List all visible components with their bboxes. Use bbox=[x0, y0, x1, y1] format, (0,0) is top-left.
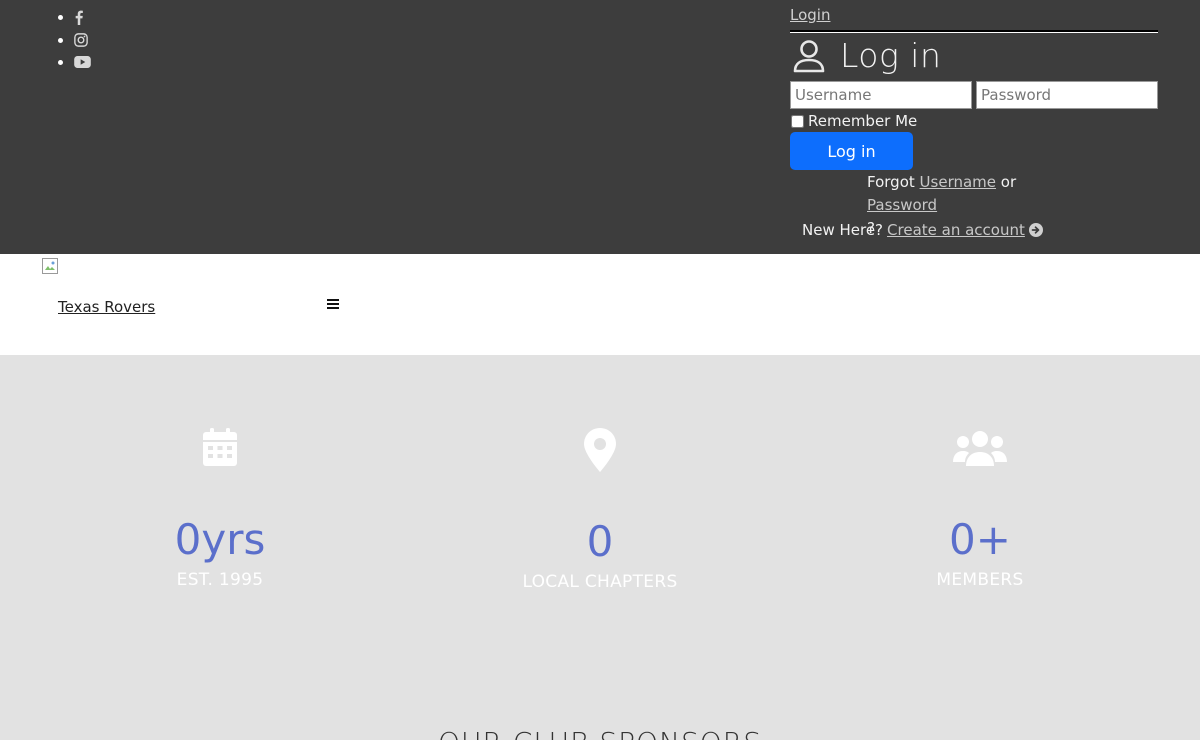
instagram-icon[interactable] bbox=[74, 32, 88, 47]
navbar: Texas Rovers bbox=[0, 254, 1200, 355]
new-here: New Here? Create an account bbox=[802, 221, 1043, 239]
facebook-icon[interactable] bbox=[74, 10, 84, 25]
brand-link[interactable]: Texas Rovers bbox=[58, 298, 155, 316]
stat-members: 0+ MEMBERS bbox=[830, 428, 1130, 590]
remember-me-checkbox[interactable] bbox=[791, 114, 804, 128]
remember-me[interactable]: Remember Me bbox=[790, 112, 917, 130]
user-icon bbox=[793, 39, 825, 72]
youtube-icon[interactable] bbox=[74, 56, 91, 69]
login-link[interactable]: Login bbox=[790, 6, 830, 24]
arrow-circle-right-icon bbox=[1028, 223, 1043, 237]
hamburger-menu-icon[interactable] bbox=[326, 297, 340, 311]
login-divider bbox=[790, 30, 1158, 33]
users-icon bbox=[953, 431, 1007, 466]
stat-years-value: 0yrs bbox=[174, 515, 266, 564]
forgot-username-link[interactable]: Username bbox=[920, 173, 996, 191]
calendar-icon bbox=[203, 428, 237, 466]
remember-me-label: Remember Me bbox=[808, 112, 918, 130]
stat-members-label: MEMBERS bbox=[936, 570, 1024, 590]
social-item-youtube[interactable] bbox=[56, 51, 91, 74]
stat-members-value: 0+ bbox=[949, 515, 1011, 564]
social-item-instagram[interactable] bbox=[56, 29, 91, 52]
login-heading: Log in bbox=[792, 36, 941, 75]
stat-chapters: 0 LOCAL CHAPTERS bbox=[450, 428, 750, 592]
social-links bbox=[56, 6, 91, 74]
map-pin-icon bbox=[584, 428, 616, 472]
stat-years: 0yrs EST. 1995 bbox=[70, 428, 370, 590]
sponsors-heading: OUR CLUB SPONSORS bbox=[0, 726, 1200, 740]
stat-chapters-value: 0 bbox=[586, 517, 614, 566]
username-input[interactable] bbox=[790, 81, 972, 109]
top-bar: Login Log in Remember Me Log in Forgot U… bbox=[0, 0, 1200, 254]
login-button[interactable]: Log in bbox=[790, 132, 913, 170]
login-title: Log in bbox=[840, 36, 942, 75]
stat-years-label: EST. 1995 bbox=[176, 570, 264, 590]
forgot-password-link[interactable]: Password bbox=[867, 196, 937, 214]
stat-chapters-label: LOCAL CHAPTERS bbox=[522, 572, 678, 592]
new-here-text: New Here? bbox=[802, 221, 884, 239]
forgot-or: or bbox=[1000, 173, 1017, 191]
create-account-label: Create an account bbox=[887, 221, 1025, 239]
password-input[interactable] bbox=[976, 81, 1158, 109]
broken-image-icon bbox=[42, 258, 58, 274]
social-item-facebook[interactable] bbox=[56, 6, 91, 29]
forgot-prefix: Forgot bbox=[867, 173, 915, 191]
create-account-link[interactable]: Create an account bbox=[887, 221, 1043, 239]
